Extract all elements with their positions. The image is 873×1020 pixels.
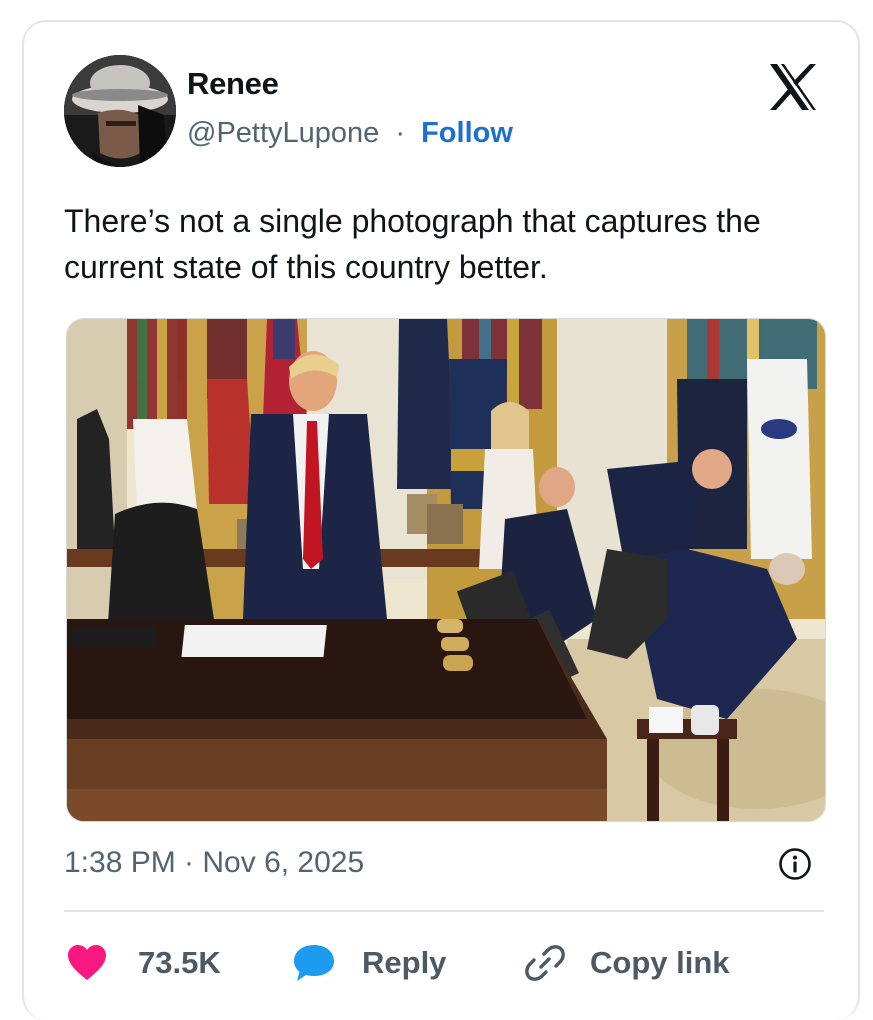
handle-row: @PettyLupone · Follow xyxy=(187,117,513,150)
speech-bubble-icon xyxy=(292,943,336,983)
like-count: 73.5K xyxy=(138,945,221,980)
divider xyxy=(64,910,824,912)
tweet-text: There’s not a single photograph that cap… xyxy=(64,203,761,285)
avatar[interactable] xyxy=(64,55,176,167)
follow-button[interactable]: Follow xyxy=(421,117,513,149)
reply-label: Reply xyxy=(362,945,447,980)
link-icon xyxy=(524,942,566,984)
reply-button[interactable]: Reply xyxy=(292,940,446,986)
copy-link-button[interactable]: Copy link xyxy=(524,940,730,986)
tweet-card: Renee @PettyLupone · Follow There’s not … xyxy=(22,20,860,1020)
action-bar: 73.5K Reply Copy link xyxy=(64,940,824,986)
copy-link-label: Copy link xyxy=(590,945,730,980)
heart-icon xyxy=(66,943,108,983)
separator-dot: · xyxy=(395,117,406,149)
author-name[interactable]: Renee xyxy=(187,66,279,102)
tweet-photo[interactable] xyxy=(66,318,826,822)
x-logo-icon[interactable] xyxy=(766,60,820,114)
like-button[interactable]: 73.5K xyxy=(66,940,221,986)
tweet-timestamp[interactable]: 1:38 PM · Nov 6, 2025 xyxy=(64,846,364,880)
author-handle[interactable]: @PettyLupone xyxy=(187,117,379,149)
info-icon[interactable] xyxy=(778,847,812,881)
